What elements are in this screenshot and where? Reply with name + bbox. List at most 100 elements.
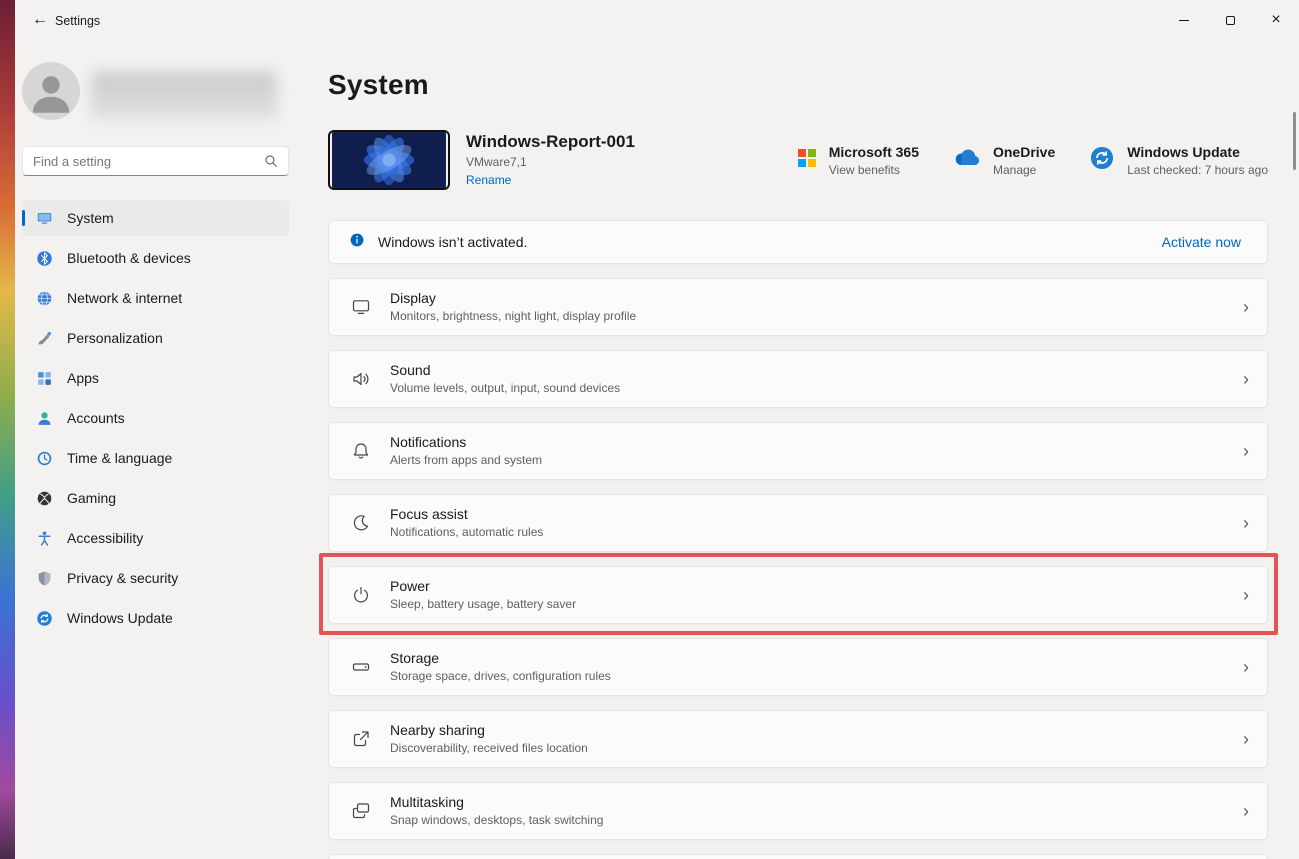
settings-row-sound[interactable]: Sound Volume levels, output, input, soun… <box>328 350 1268 408</box>
sidebar-item-accessibility[interactable]: Accessibility <box>22 520 289 556</box>
paintbrush-icon <box>36 330 53 347</box>
quick-link-windows-update[interactable]: Windows Update Last checked: 7 hours ago <box>1089 142 1268 178</box>
settings-row-subtitle: Storage space, drives, configuration rul… <box>390 669 611 683</box>
sidebar-item-label: Network & internet <box>67 290 183 306</box>
search-icon <box>264 154 288 168</box>
sidebar-item-gaming[interactable]: Gaming <box>22 480 289 516</box>
scrollbar-thumb[interactable] <box>1293 112 1296 170</box>
settings-row-multitasking[interactable]: Multitasking Snap windows, desktops, tas… <box>328 782 1268 840</box>
globe-icon <box>36 290 53 307</box>
device-wallpaper-thumbnail <box>328 130 450 190</box>
person-icon <box>36 410 53 427</box>
settings-row-power[interactable]: Power Sleep, battery usage, battery save… <box>319 553 1278 635</box>
settings-row-title: Sound <box>390 362 431 378</box>
back-button[interactable]: ← <box>23 5 57 35</box>
device-name: Windows-Report-001 <box>466 132 635 151</box>
sidebar-item-label: System <box>67 210 114 226</box>
settings-row-focus-assist[interactable]: Focus assist Notifications, automatic ru… <box>328 494 1268 552</box>
settings-row-display[interactable]: Display Monitors, brightness, night ligh… <box>328 278 1268 336</box>
sidebar-item-time-language[interactable]: Time & language <box>22 440 289 476</box>
quick-link-subtitle: Last checked: 7 hours ago <box>1127 163 1268 177</box>
monitor-icon <box>36 210 53 227</box>
settings-row-subtitle: Monitors, brightness, night light, displ… <box>390 309 637 323</box>
settings-window: ← Settings × Find a setting System Bluet… <box>15 0 1299 859</box>
settings-row-title: Nearby sharing <box>390 722 485 738</box>
sidebar-item-privacy-security[interactable]: Privacy & security <box>22 560 289 596</box>
search-box <box>22 146 289 176</box>
search-input[interactable] <box>23 147 264 175</box>
settings-row-title: Power <box>390 578 430 594</box>
bell-icon <box>350 440 372 462</box>
settings-list: Display Monitors, brightness, night ligh… <box>319 278 1278 859</box>
chevron-right-icon: › <box>1243 729 1249 749</box>
power-icon <box>350 584 372 606</box>
clock-icon <box>36 450 53 467</box>
settings-row-subtitle: Discoverability, received files location <box>390 741 588 755</box>
settings-row-subtitle: Notifications, automatic rules <box>390 525 544 539</box>
settings-row-text: Sound Volume levels, output, input, soun… <box>390 361 1243 397</box>
activate-now-link[interactable]: Activate now <box>1162 234 1241 250</box>
chevron-right-icon: › <box>1243 441 1249 461</box>
user-name-blurred <box>91 72 277 120</box>
desktop-wallpaper-strip <box>0 0 15 859</box>
main-content: System Windows-Report-001 VMware7,1 Rena… <box>319 42 1278 859</box>
sidebar-item-network-internet[interactable]: Network & internet <box>22 280 289 316</box>
minimize-icon <box>1179 19 1189 21</box>
minimize-button[interactable] <box>1161 0 1207 40</box>
sidebar-item-label: Gaming <box>67 490 117 506</box>
shield-icon <box>36 570 53 587</box>
microsoft-logo-icon <box>797 148 817 173</box>
settings-row-title: Display <box>390 290 436 306</box>
activation-banner: Windows isn’t activated. Activate now <box>328 220 1268 264</box>
quick-link-onedrive[interactable]: OneDrive Manage <box>953 142 1055 178</box>
sidebar-item-system[interactable]: System <box>22 200 289 236</box>
sidebar-item-personalization[interactable]: Personalization <box>22 320 289 356</box>
settings-row-subtitle: Alerts from apps and system <box>390 453 543 467</box>
sidebar-item-label: Time & language <box>67 450 173 466</box>
update-icon <box>36 610 53 627</box>
sidebar-item-bluetooth-devices[interactable]: Bluetooth & devices <box>22 240 289 276</box>
sidebar-item-label: Apps <box>67 370 99 386</box>
sidebar-item-label: Personalization <box>67 330 163 346</box>
moon-icon <box>350 512 372 534</box>
quick-link-title: Microsoft 365 <box>828 144 919 160</box>
sidebar-item-accounts[interactable]: Accounts <box>22 400 289 436</box>
screen: ← Settings × Find a setting System Bluet… <box>0 0 1299 859</box>
window-controls: × <box>1161 0 1299 40</box>
quick-link-subtitle[interactable]: Manage <box>993 162 1055 178</box>
close-button[interactable]: × <box>1253 0 1299 40</box>
settings-row-nearby-sharing[interactable]: Nearby sharing Discoverability, received… <box>328 710 1268 768</box>
settings-row-storage[interactable]: Storage Storage space, drives, configura… <box>328 638 1268 696</box>
settings-row-notifications[interactable]: Notifications Alerts from apps and syste… <box>328 422 1268 480</box>
device-header: Windows-Report-001 VMware7,1 Rename Micr… <box>328 130 1268 190</box>
back-arrow-icon: ← <box>32 11 48 28</box>
sidebar-nav: System Bluetooth & devices Network & int… <box>22 200 289 640</box>
settings-row-text: Display Monitors, brightness, night ligh… <box>390 289 1243 325</box>
settings-row-subtitle: Volume levels, output, input, sound devi… <box>390 381 621 395</box>
sidebar-item-apps[interactable]: Apps <box>22 360 289 396</box>
maximize-button[interactable] <box>1207 0 1253 40</box>
quick-link-text: Microsoft 365 View benefits <box>829 142 919 178</box>
chevron-right-icon: › <box>1243 585 1249 605</box>
quick-link-subtitle[interactable]: View benefits <box>829 162 919 178</box>
chevron-right-icon: › <box>1243 297 1249 317</box>
chevron-right-icon: › <box>1243 657 1249 677</box>
settings-row-text: Multitasking Snap windows, desktops, tas… <box>390 793 1243 829</box>
titlebar: ← Settings × <box>15 0 1299 42</box>
user-avatar[interactable] <box>22 62 80 120</box>
rename-link[interactable]: Rename <box>466 171 766 189</box>
device-info: Windows-Report-001 VMware7,1 Rename <box>466 131 766 189</box>
close-icon: × <box>1271 11 1281 28</box>
settings-row-title: Notifications <box>390 434 467 450</box>
windows-stack-icon <box>350 800 372 822</box>
accessibility-icon <box>36 530 53 547</box>
chevron-right-icon: › <box>1243 513 1249 533</box>
quick-link-microsoft-365[interactable]: Microsoft 365 View benefits <box>797 142 919 178</box>
settings-row-partial[interactable] <box>328 854 1268 859</box>
sidebar-item-label: Bluetooth & devices <box>67 250 191 266</box>
sidebar-item-windows-update[interactable]: Windows Update <box>22 600 289 636</box>
xbox-icon <box>36 490 53 507</box>
apps-grid-icon <box>36 370 53 387</box>
settings-row-subtitle: Sleep, battery usage, battery saver <box>390 597 577 611</box>
onedrive-cloud-icon <box>953 148 981 172</box>
